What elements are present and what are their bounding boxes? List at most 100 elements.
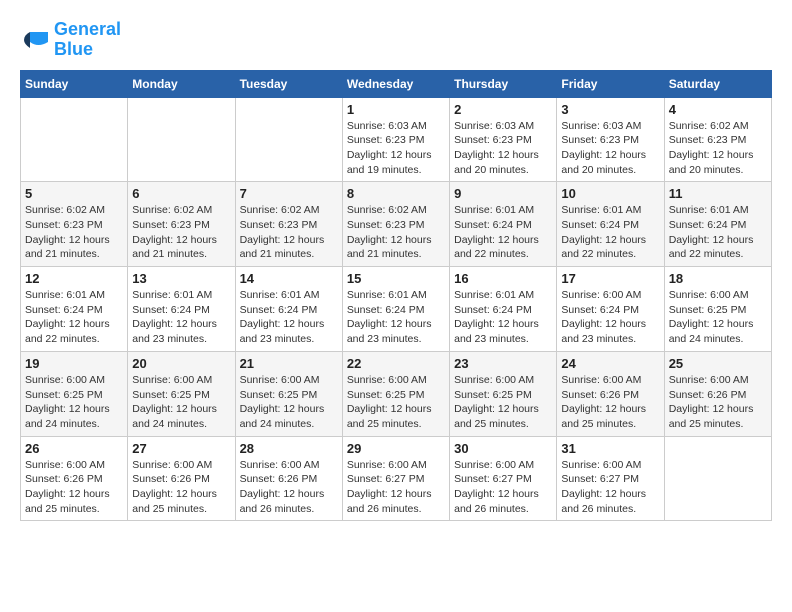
day-info: Sunrise: 6:00 AM Sunset: 6:27 PM Dayligh… bbox=[454, 458, 552, 517]
weekday-header: Friday bbox=[557, 70, 664, 97]
calendar-cell: 1 Sunrise: 6:03 AM Sunset: 6:23 PM Daylig… bbox=[342, 97, 449, 182]
day-number: 8 bbox=[347, 186, 445, 201]
day-number: 2 bbox=[454, 102, 552, 117]
day-info: Sunrise: 6:00 AM Sunset: 6:25 PM Dayligh… bbox=[347, 373, 445, 432]
day-number: 24 bbox=[561, 356, 659, 371]
day-info: Sunrise: 6:01 AM Sunset: 6:24 PM Dayligh… bbox=[132, 288, 230, 347]
day-info: Sunrise: 6:01 AM Sunset: 6:24 PM Dayligh… bbox=[454, 288, 552, 347]
calendar-cell: 17 Sunrise: 6:00 AM Sunset: 6:24 PM Dayli… bbox=[557, 267, 664, 352]
calendar-week-row: 26 Sunrise: 6:00 AM Sunset: 6:26 PM Dayli… bbox=[21, 436, 772, 521]
day-number: 10 bbox=[561, 186, 659, 201]
day-number: 3 bbox=[561, 102, 659, 117]
weekday-header: Tuesday bbox=[235, 70, 342, 97]
day-number: 13 bbox=[132, 271, 230, 286]
day-number: 5 bbox=[25, 186, 123, 201]
day-number: 30 bbox=[454, 441, 552, 456]
day-info: Sunrise: 6:02 AM Sunset: 6:23 PM Dayligh… bbox=[240, 203, 338, 262]
logo-text: General Blue bbox=[54, 20, 121, 60]
day-number: 4 bbox=[669, 102, 767, 117]
day-number: 9 bbox=[454, 186, 552, 201]
weekday-header: Thursday bbox=[450, 70, 557, 97]
calendar-cell bbox=[664, 436, 771, 521]
day-number: 1 bbox=[347, 102, 445, 117]
calendar-cell: 27 Sunrise: 6:00 AM Sunset: 6:26 PM Dayli… bbox=[128, 436, 235, 521]
calendar-cell: 24 Sunrise: 6:00 AM Sunset: 6:26 PM Dayli… bbox=[557, 351, 664, 436]
calendar-cell: 19 Sunrise: 6:00 AM Sunset: 6:25 PM Dayli… bbox=[21, 351, 128, 436]
day-number: 7 bbox=[240, 186, 338, 201]
calendar-cell: 2 Sunrise: 6:03 AM Sunset: 6:23 PM Daylig… bbox=[450, 97, 557, 182]
day-info: Sunrise: 6:01 AM Sunset: 6:24 PM Dayligh… bbox=[240, 288, 338, 347]
day-number: 6 bbox=[132, 186, 230, 201]
weekday-header-row: SundayMondayTuesdayWednesdayThursdayFrid… bbox=[21, 70, 772, 97]
day-info: Sunrise: 6:01 AM Sunset: 6:24 PM Dayligh… bbox=[347, 288, 445, 347]
logo-icon bbox=[20, 28, 50, 52]
day-number: 21 bbox=[240, 356, 338, 371]
day-number: 16 bbox=[454, 271, 552, 286]
calendar-cell: 23 Sunrise: 6:00 AM Sunset: 6:25 PM Dayli… bbox=[450, 351, 557, 436]
day-info: Sunrise: 6:00 AM Sunset: 6:25 PM Dayligh… bbox=[669, 288, 767, 347]
day-number: 28 bbox=[240, 441, 338, 456]
weekday-header: Sunday bbox=[21, 70, 128, 97]
calendar-cell: 26 Sunrise: 6:00 AM Sunset: 6:26 PM Dayli… bbox=[21, 436, 128, 521]
day-info: Sunrise: 6:01 AM Sunset: 6:24 PM Dayligh… bbox=[454, 203, 552, 262]
weekday-header: Monday bbox=[128, 70, 235, 97]
calendar-cell: 22 Sunrise: 6:00 AM Sunset: 6:25 PM Dayli… bbox=[342, 351, 449, 436]
day-info: Sunrise: 6:03 AM Sunset: 6:23 PM Dayligh… bbox=[347, 119, 445, 178]
day-number: 25 bbox=[669, 356, 767, 371]
day-info: Sunrise: 6:00 AM Sunset: 6:27 PM Dayligh… bbox=[561, 458, 659, 517]
calendar-cell bbox=[235, 97, 342, 182]
day-info: Sunrise: 6:00 AM Sunset: 6:25 PM Dayligh… bbox=[454, 373, 552, 432]
calendar-cell: 9 Sunrise: 6:01 AM Sunset: 6:24 PM Daylig… bbox=[450, 182, 557, 267]
day-number: 19 bbox=[25, 356, 123, 371]
calendar-cell: 3Sunrise: 6:03 AM Sunset: 6:23 PM Daylig… bbox=[557, 97, 664, 182]
calendar-cell: 6 Sunrise: 6:02 AM Sunset: 6:23 PM Daylig… bbox=[128, 182, 235, 267]
calendar-cell: 14Sunrise: 6:01 AM Sunset: 6:24 PM Dayli… bbox=[235, 267, 342, 352]
day-number: 17 bbox=[561, 271, 659, 286]
day-info: Sunrise: 6:00 AM Sunset: 6:26 PM Dayligh… bbox=[132, 458, 230, 517]
day-info: Sunrise: 6:01 AM Sunset: 6:24 PM Dayligh… bbox=[669, 203, 767, 262]
calendar-cell bbox=[21, 97, 128, 182]
calendar-cell: 10Sunrise: 6:01 AM Sunset: 6:24 PM Dayli… bbox=[557, 182, 664, 267]
day-info: Sunrise: 6:03 AM Sunset: 6:23 PM Dayligh… bbox=[454, 119, 552, 178]
calendar-week-row: 5 Sunrise: 6:02 AM Sunset: 6:23 PM Daylig… bbox=[21, 182, 772, 267]
day-number: 31 bbox=[561, 441, 659, 456]
logo: General Blue bbox=[20, 20, 121, 60]
calendar-cell: 15 Sunrise: 6:01 AM Sunset: 6:24 PM Dayli… bbox=[342, 267, 449, 352]
day-info: Sunrise: 6:00 AM Sunset: 6:25 PM Dayligh… bbox=[240, 373, 338, 432]
calendar-cell: 7 Sunrise: 6:02 AM Sunset: 6:23 PM Daylig… bbox=[235, 182, 342, 267]
calendar-cell: 16 Sunrise: 6:01 AM Sunset: 6:24 PM Dayli… bbox=[450, 267, 557, 352]
day-info: Sunrise: 6:00 AM Sunset: 6:26 PM Dayligh… bbox=[25, 458, 123, 517]
day-info: Sunrise: 6:00 AM Sunset: 6:25 PM Dayligh… bbox=[132, 373, 230, 432]
day-info: Sunrise: 6:00 AM Sunset: 6:24 PM Dayligh… bbox=[561, 288, 659, 347]
calendar-cell: 18 Sunrise: 6:00 AM Sunset: 6:25 PM Dayli… bbox=[664, 267, 771, 352]
day-info: Sunrise: 6:00 AM Sunset: 6:25 PM Dayligh… bbox=[25, 373, 123, 432]
day-number: 27 bbox=[132, 441, 230, 456]
day-number: 15 bbox=[347, 271, 445, 286]
day-info: Sunrise: 6:02 AM Sunset: 6:23 PM Dayligh… bbox=[669, 119, 767, 178]
calendar-cell: 5Sunrise: 6:02 AM Sunset: 6:23 PM Daylig… bbox=[21, 182, 128, 267]
calendar-cell: 31 Sunrise: 6:00 AM Sunset: 6:27 PM Dayli… bbox=[557, 436, 664, 521]
day-number: 26 bbox=[25, 441, 123, 456]
calendar-cell: 21 Sunrise: 6:00 AM Sunset: 6:25 PM Dayli… bbox=[235, 351, 342, 436]
calendar-cell: 11 Sunrise: 6:01 AM Sunset: 6:24 PM Dayli… bbox=[664, 182, 771, 267]
calendar-cell: 13 Sunrise: 6:01 AM Sunset: 6:24 PM Dayli… bbox=[128, 267, 235, 352]
weekday-header: Saturday bbox=[664, 70, 771, 97]
day-number: 18 bbox=[669, 271, 767, 286]
day-number: 29 bbox=[347, 441, 445, 456]
calendar-cell: 4 Sunrise: 6:02 AM Sunset: 6:23 PM Daylig… bbox=[664, 97, 771, 182]
calendar-cell bbox=[128, 97, 235, 182]
calendar-cell: 12Sunrise: 6:01 AM Sunset: 6:24 PM Dayli… bbox=[21, 267, 128, 352]
weekday-header: Wednesday bbox=[342, 70, 449, 97]
day-number: 11 bbox=[669, 186, 767, 201]
day-info: Sunrise: 6:00 AM Sunset: 6:26 PM Dayligh… bbox=[561, 373, 659, 432]
calendar: SundayMondayTuesdayWednesdayThursdayFrid… bbox=[20, 70, 772, 522]
day-info: Sunrise: 6:02 AM Sunset: 6:23 PM Dayligh… bbox=[132, 203, 230, 262]
day-info: Sunrise: 6:00 AM Sunset: 6:26 PM Dayligh… bbox=[240, 458, 338, 517]
day-info: Sunrise: 6:02 AM Sunset: 6:23 PM Dayligh… bbox=[347, 203, 445, 262]
calendar-cell: 30 Sunrise: 6:00 AM Sunset: 6:27 PM Dayli… bbox=[450, 436, 557, 521]
day-number: 23 bbox=[454, 356, 552, 371]
calendar-cell: 20Sunrise: 6:00 AM Sunset: 6:25 PM Dayli… bbox=[128, 351, 235, 436]
calendar-cell: 25Sunrise: 6:00 AM Sunset: 6:26 PM Dayli… bbox=[664, 351, 771, 436]
day-number: 12 bbox=[25, 271, 123, 286]
day-number: 22 bbox=[347, 356, 445, 371]
